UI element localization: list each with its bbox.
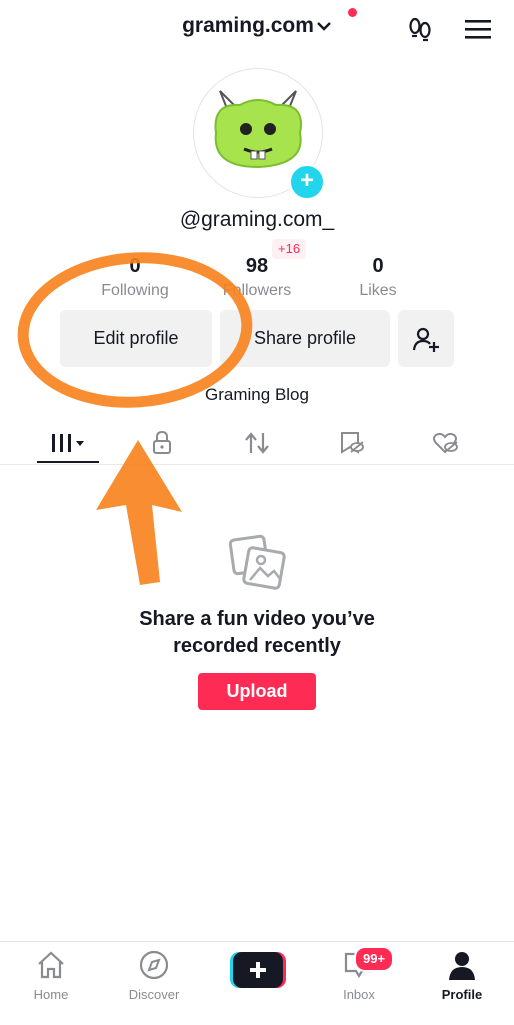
tab-favorites[interactable] — [312, 422, 392, 464]
photos-icon — [227, 533, 287, 591]
chevron-down-icon — [316, 14, 332, 38]
likes-label: Likes — [359, 282, 397, 299]
tabs-divider — [0, 464, 514, 465]
upload-button[interactable]: Upload — [198, 673, 316, 710]
create-button[interactable] — [230, 952, 286, 988]
empty-state-line2: recorded recently — [173, 635, 341, 657]
tab-liked[interactable] — [406, 422, 486, 464]
lock-icon — [153, 430, 171, 454]
nav-discover-label: Discover — [128, 987, 180, 1002]
add-avatar-button[interactable]: + — [288, 163, 326, 201]
notification-dot — [348, 8, 357, 17]
profile-handle: @graming.com_ — [179, 208, 335, 231]
active-tab-indicator — [37, 461, 99, 463]
new-followers-badge: +16 — [272, 239, 307, 259]
stat-likes[interactable]: 0 Likes — [318, 255, 438, 300]
nav-inbox-label: Inbox — [343, 987, 375, 1002]
inbox-badge: 99+ — [354, 946, 395, 972]
stat-following[interactable]: 0 Following — [75, 255, 195, 300]
nav-profile[interactable]: Profile — [417, 950, 507, 1002]
home-icon — [38, 951, 64, 979]
nav-profile-label: Profile — [441, 987, 483, 1002]
menu-icon[interactable] — [458, 14, 498, 44]
bookmark-hidden-icon — [341, 432, 364, 454]
account-name: graming.com — [182, 14, 314, 37]
add-friend-button[interactable] — [398, 310, 454, 367]
following-count: 0 — [129, 255, 141, 277]
followers-label: Followers — [222, 282, 292, 299]
compass-icon — [139, 950, 169, 980]
footprints-icon[interactable] — [400, 14, 440, 44]
grid-icon — [52, 434, 84, 452]
tab-private[interactable] — [122, 422, 202, 464]
edit-profile-button[interactable]: Edit profile — [60, 310, 212, 367]
following-label: Following — [101, 282, 169, 299]
nav-discover[interactable]: Discover — [109, 950, 199, 1002]
nav-home-label: Home — [33, 987, 69, 1002]
tab-videos[interactable] — [28, 422, 108, 464]
profile-bio: Graming Blog — [205, 385, 309, 404]
add-user-icon — [412, 327, 439, 352]
tab-reposts[interactable] — [217, 422, 297, 464]
share-profile-button[interactable]: Share profile — [220, 310, 390, 367]
heart-hidden-icon — [433, 432, 458, 454]
empty-state-line1: Share a fun video you’ve — [139, 608, 375, 630]
likes-count: 0 — [372, 255, 384, 277]
stat-followers[interactable]: 98 Followers — [197, 255, 317, 300]
nav-home[interactable]: Home — [6, 950, 96, 1002]
plus-icon — [230, 952, 286, 988]
repost-icon — [245, 432, 269, 454]
person-icon — [449, 952, 475, 980]
empty-state-title: Share a fun video you’ve recorded recent… — [0, 606, 514, 660]
